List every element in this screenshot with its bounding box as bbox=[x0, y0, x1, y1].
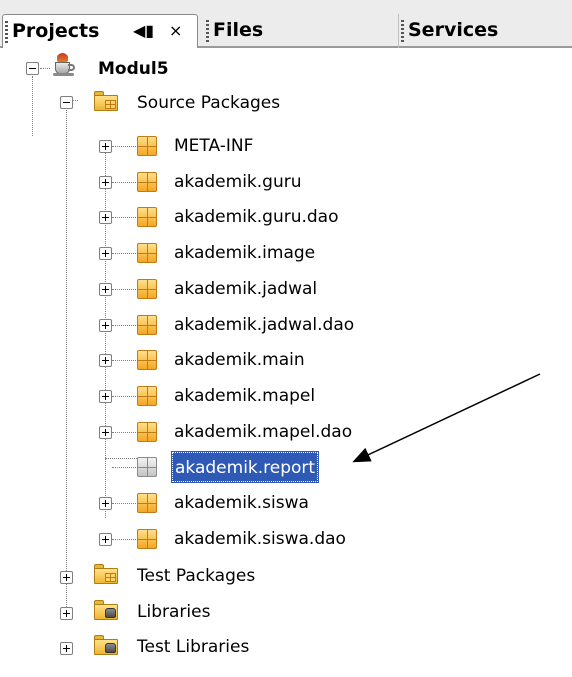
tree-line bbox=[112, 432, 136, 433]
expand-toggle[interactable] bbox=[60, 642, 73, 655]
source-folder-icon bbox=[94, 91, 118, 111]
expand-toggle[interactable] bbox=[99, 247, 112, 260]
test-packages-node[interactable]: Test Packages bbox=[137, 561, 255, 591]
tree-line bbox=[32, 76, 33, 136]
package-icon bbox=[137, 386, 157, 406]
test-libraries-node[interactable]: Test Libraries bbox=[137, 632, 249, 662]
tab-projects-label: Projects bbox=[12, 20, 100, 42]
project-tree: Modul5 Source Packages META-INF akademik.… bbox=[0, 48, 572, 677]
expand-toggle[interactable] bbox=[60, 571, 73, 584]
libraries-folder-icon bbox=[94, 600, 118, 620]
tree-line bbox=[105, 458, 139, 459]
tree-line bbox=[112, 182, 136, 183]
package-node[interactable]: akademik.mapel bbox=[174, 381, 315, 411]
tree-line bbox=[112, 253, 136, 254]
tab-services-label: Services bbox=[408, 19, 499, 41]
expand-toggle[interactable] bbox=[99, 390, 112, 403]
package-icon bbox=[137, 207, 157, 227]
expand-toggle[interactable] bbox=[99, 283, 112, 296]
tab-services[interactable]: Services bbox=[398, 14, 572, 48]
expand-toggle[interactable] bbox=[99, 497, 112, 510]
expand-toggle[interactable] bbox=[99, 533, 112, 546]
package-icon bbox=[137, 279, 157, 299]
package-icon bbox=[137, 136, 157, 156]
empty-package-icon bbox=[137, 457, 157, 477]
tree-line bbox=[112, 360, 136, 361]
source-packages-node[interactable]: Source Packages bbox=[137, 88, 280, 118]
package-icon bbox=[137, 422, 157, 442]
libraries-node[interactable]: Libraries bbox=[137, 597, 210, 627]
package-icon bbox=[137, 493, 157, 513]
package-node[interactable]: akademik.mapel.dao bbox=[174, 417, 352, 447]
tree-line bbox=[112, 539, 136, 540]
expand-toggle[interactable] bbox=[99, 426, 112, 439]
package-icon bbox=[137, 315, 157, 335]
package-node[interactable]: akademik.guru.dao bbox=[174, 202, 339, 232]
expand-toggle[interactable] bbox=[99, 319, 112, 332]
tree-line bbox=[112, 217, 136, 218]
expand-toggle[interactable] bbox=[99, 140, 112, 153]
package-icon bbox=[137, 529, 157, 549]
tab-strip: Projects ◀▮ × Files Services bbox=[0, 0, 572, 48]
package-icon bbox=[137, 350, 157, 370]
package-node[interactable]: akademik.image bbox=[174, 238, 315, 268]
expand-toggle[interactable] bbox=[60, 607, 73, 620]
package-node[interactable]: akademik.siswa.dao bbox=[174, 524, 346, 554]
tree-line bbox=[112, 146, 136, 147]
test-libraries-folder-icon bbox=[94, 635, 118, 655]
expand-toggle[interactable] bbox=[99, 354, 112, 367]
tree-line bbox=[66, 105, 67, 613]
package-node[interactable]: akademik.jadwal bbox=[174, 274, 317, 304]
tab-files[interactable]: Files bbox=[204, 14, 390, 48]
package-node[interactable]: akademik.jadwal.dao bbox=[174, 310, 354, 340]
collapse-toggle[interactable] bbox=[26, 62, 39, 75]
tab-grip-icon bbox=[5, 20, 8, 43]
package-node[interactable]: META-INF bbox=[174, 131, 253, 161]
collapse-toggle[interactable] bbox=[60, 96, 73, 109]
tree-line bbox=[112, 467, 136, 468]
project-cup-icon bbox=[52, 53, 76, 77]
tree-line bbox=[112, 396, 136, 397]
tree-line bbox=[112, 289, 136, 290]
package-icon bbox=[137, 172, 157, 192]
tab-projects[interactable]: Projects ◀▮ × bbox=[2, 14, 198, 48]
close-icon[interactable]: × bbox=[169, 15, 182, 47]
package-node-selected[interactable]: akademik.report bbox=[170, 451, 320, 483]
project-node-modul5[interactable]: Modul5 bbox=[98, 54, 169, 84]
expand-toggle[interactable] bbox=[99, 211, 112, 224]
package-node[interactable]: akademik.guru bbox=[174, 167, 302, 197]
package-node[interactable]: akademik.main bbox=[174, 345, 305, 375]
package-node[interactable]: akademik.siswa bbox=[174, 488, 309, 518]
tab-files-label: Files bbox=[213, 19, 264, 41]
test-folder-icon bbox=[94, 564, 118, 584]
tree-line bbox=[40, 68, 50, 69]
package-icon bbox=[137, 243, 157, 263]
tab-grip-icon bbox=[401, 19, 404, 42]
minimize-icon[interactable]: ◀▮ bbox=[133, 15, 154, 47]
expand-toggle[interactable] bbox=[99, 176, 112, 189]
tab-grip-icon bbox=[206, 19, 209, 42]
tree-line bbox=[112, 503, 136, 504]
tree-line bbox=[112, 325, 136, 326]
